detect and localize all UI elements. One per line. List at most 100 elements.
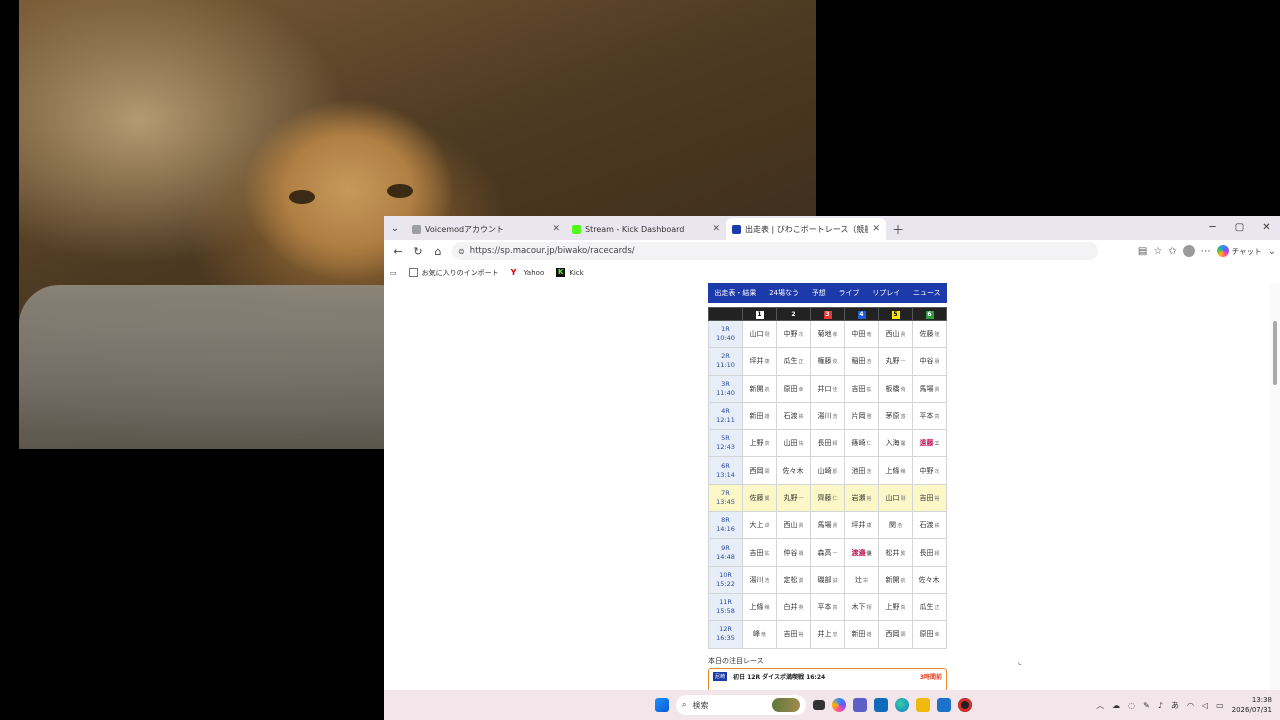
racer-cell[interactable]: 松井繁 (878, 538, 913, 567)
racer-cell[interactable]: 佐々木 (776, 456, 811, 485)
store-icon[interactable] (937, 698, 951, 712)
ime-indicator[interactable]: あ (1171, 700, 1179, 711)
racer-cell[interactable]: 上條暢 (878, 456, 913, 485)
racer-cell[interactable]: 仲谷颯 (776, 538, 811, 567)
volume-icon[interactable]: ◁ (1202, 701, 1208, 710)
racer-cell[interactable]: 原田幸 (776, 374, 811, 403)
race-row[interactable]: 5R 12:43 上野真 山田祐 長田頼 篠崎仁 入海馨 遠藤エ (708, 429, 947, 458)
racer-cell[interactable]: 上野真 (878, 592, 913, 622)
race-number-cell[interactable]: 9R 14:48 (708, 538, 743, 567)
race-number-cell[interactable]: 11R 15:58 (708, 592, 743, 622)
profile-avatar[interactable] (1182, 245, 1195, 257)
racer-cell[interactable]: 中田竜 (844, 319, 879, 349)
race-row[interactable]: 6R 13:14 西岡顕 佐々木 山崎郡 池田浩 上條暢 中野次 (708, 456, 947, 485)
racer-cell[interactable]: 長田頼 (912, 538, 947, 567)
teams-icon[interactable] (853, 698, 867, 712)
browser-tab[interactable]: Voicemodアカウント ✕ (406, 218, 566, 240)
racer-cell[interactable]: 中野次 (776, 319, 811, 349)
racer-cell[interactable]: 岩瀬裕 (844, 483, 879, 513)
racer-cell[interactable]: 長田頼 (810, 429, 845, 458)
racer-cell[interactable]: 西山貴 (878, 319, 913, 349)
racer-cell[interactable]: 中谷朋 (912, 347, 947, 376)
racer-cell[interactable]: 山田祐 (776, 429, 811, 458)
onedrive-icon[interactable]: ☁ (1112, 701, 1120, 710)
racer-cell[interactable]: 吉田拡 (742, 538, 777, 567)
racer-cell[interactable]: 瓜生正 (776, 347, 811, 376)
page-scrollbar[interactable] (1270, 283, 1280, 690)
race-row[interactable]: 7R 13:45 佐藤翼 丸野一 齊藤仁 岩瀬裕 山口剛 吉田裕 (708, 483, 947, 513)
racer-cell[interactable]: 渡邉優 (844, 538, 879, 567)
racer-cell[interactable]: 峰竜 (742, 620, 777, 649)
favorite-star-icon[interactable]: ☆ (1153, 246, 1162, 257)
racer-cell[interactable]: 坪井康 (844, 511, 879, 540)
pen-icon[interactable]: ✎ (1143, 701, 1150, 710)
racer-cell[interactable]: 井口佳 (810, 374, 845, 403)
race-number-cell[interactable]: 2R 11:10 (708, 347, 743, 376)
race-number-cell[interactable]: 3R 11:40 (708, 374, 743, 403)
racer-cell[interactable]: 新田雄 (844, 620, 879, 649)
maximize-icon[interactable]: ▢ (1226, 216, 1253, 240)
close-tab-icon[interactable]: ✕ (712, 224, 720, 234)
race-nav-item[interactable]: 出走表・結果 (714, 288, 756, 298)
race-nav-item[interactable]: 24場なう (769, 288, 799, 298)
race-number-cell[interactable]: 5R 12:43 (708, 429, 743, 458)
race-nav-item[interactable]: 予想 (812, 288, 826, 298)
task-view-icon[interactable] (813, 700, 825, 710)
featured-race-card[interactable]: 尼崎 初日 12R ダイスポ満喫戦 16:24 3時間前 (708, 668, 947, 690)
race-nav-item[interactable]: ライブ (838, 288, 859, 298)
start-icon[interactable] (655, 698, 669, 712)
racer-cell[interactable]: 佐藤隆 (912, 319, 947, 349)
battery-icon[interactable]: ▭ (1216, 701, 1224, 710)
race-row[interactable]: 11R 15:58 上條暢 白井英 平本真 木下翔 上野真 瓜生正 (708, 592, 947, 622)
racer-cell[interactable]: 西岡顕 (742, 456, 777, 485)
racer-cell[interactable]: 大上卓 (742, 511, 777, 540)
race-row[interactable]: 8R 14:16 大上卓 西山貴 馬場貴 坪井康 関浩 石渡鉄 (708, 511, 947, 540)
site-info-icon[interactable]: ⊜ (458, 247, 465, 256)
tray-overflow-icon[interactable]: ︿ (1096, 700, 1104, 711)
browser-tab[interactable]: 出走表 | びわこボートレース（競艇）I✕ (726, 218, 886, 240)
more-options-icon[interactable]: ⋯ (1201, 246, 1211, 257)
racer-cell[interactable]: 瓜生正 (912, 592, 947, 622)
favorites-icon[interactable]: ✩ (1168, 246, 1176, 257)
racer-cell[interactable]: 原田幸 (912, 620, 947, 649)
racer-cell[interactable]: 馬場貴 (810, 511, 845, 540)
racer-cell[interactable]: 辻栄 (844, 565, 879, 594)
race-number-cell[interactable]: 1R 10:40 (708, 319, 743, 349)
racer-cell[interactable]: 権藤俊 (810, 347, 845, 376)
reading-view-icon[interactable]: ▤ (1138, 246, 1147, 257)
racer-cell[interactable]: 新田雄 (742, 401, 777, 431)
tab-actions-menu-icon[interactable]: ⌄ (384, 216, 406, 240)
racer-cell[interactable]: 西山貴 (776, 511, 811, 540)
racer-cell[interactable]: 佐々木 (912, 565, 947, 594)
favorite-yahoo[interactable]: Y Yahoo (511, 268, 545, 277)
racer-cell[interactable]: 森高一 (810, 538, 845, 567)
racer-cell[interactable]: 中野次 (912, 456, 947, 485)
racer-cell[interactable]: 馬場貴 (912, 374, 947, 403)
race-number-cell[interactable]: 12R 16:35 (708, 620, 743, 649)
new-tab-button[interactable]: ＋ (892, 218, 904, 240)
edge-icon[interactable] (895, 698, 909, 712)
race-nav-item[interactable]: リプレイ (872, 288, 900, 298)
racer-cell[interactable]: 篠崎仁 (844, 429, 879, 458)
racer-cell[interactable]: 板橋侑 (878, 374, 913, 403)
browser-tab[interactable]: Stream - Kick Dashboard ✕ (566, 218, 726, 240)
racer-cell[interactable]: 丸野一 (776, 483, 811, 513)
racer-cell[interactable]: 山崎郡 (810, 456, 845, 485)
minimize-icon[interactable]: ─ (1199, 216, 1226, 240)
racer-cell[interactable]: 井上忠 (810, 620, 845, 649)
race-number-cell[interactable]: 7R 13:45 (708, 483, 743, 513)
copilot-button[interactable]: チャット (1216, 245, 1262, 257)
racer-cell[interactable]: 吉田拡 (844, 374, 879, 403)
copilot-taskbar-icon[interactable] (832, 698, 846, 712)
racer-cell[interactable]: 西岡顕 (878, 620, 913, 649)
refresh-icon[interactable]: ↻ (408, 245, 428, 258)
racer-cell[interactable]: 佐藤翼 (742, 483, 777, 513)
close-tab-icon[interactable]: ✕ (552, 224, 560, 234)
racer-cell[interactable]: 遠藤エ (912, 429, 947, 458)
racer-cell[interactable]: 湯川浩 (810, 401, 845, 431)
home-icon[interactable]: ⌂ (428, 245, 448, 258)
racer-cell[interactable]: 片岡雅 (844, 401, 879, 431)
race-row[interactable]: 2R 11:10 坪井康 瓜生正 権藤俊 稲田浩 丸野一 中谷朋 (708, 347, 947, 376)
racer-cell[interactable]: 木下翔 (844, 592, 879, 622)
racer-cell[interactable]: 稲田浩 (844, 347, 879, 376)
